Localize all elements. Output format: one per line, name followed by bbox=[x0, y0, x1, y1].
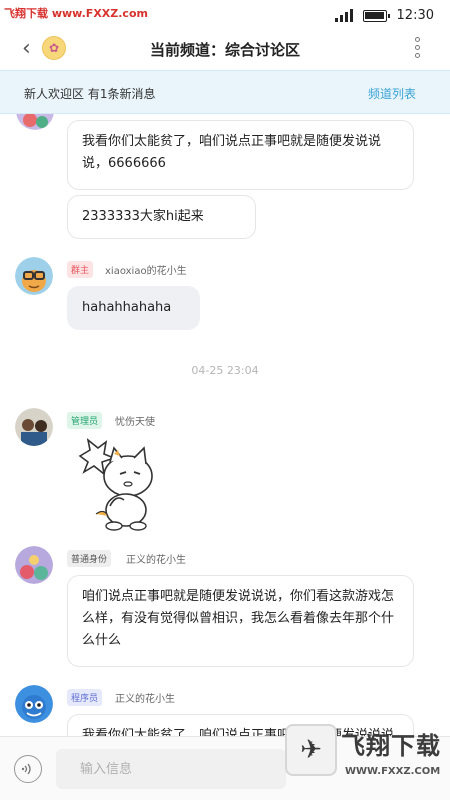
status-icons: 12:30 bbox=[334, 8, 434, 23]
avatar[interactable] bbox=[15, 408, 53, 446]
message-text: 2333333大家hi起来 bbox=[82, 209, 204, 224]
watermark-brand-text: 飞翔下载 bbox=[341, 732, 441, 760]
sender-name[interactable]: xiaoxiao的花小生 bbox=[105, 262, 187, 277]
watermark-url: www.FXXZ.com bbox=[51, 7, 148, 20]
watermark-top: 飞翔下载 www.FXXZ.com bbox=[4, 5, 148, 21]
new-message-banner[interactable]: 新人欢迎区 有1条新消息 频道列表 bbox=[0, 70, 450, 114]
sender-name[interactable]: 正义的花小生 bbox=[115, 690, 175, 705]
message-bubble[interactable]: 我看你们太能贫了，咱们说点正事吧就是随便发说说说，6666666 bbox=[67, 120, 414, 190]
vertical-dots-icon[interactable] bbox=[415, 37, 420, 58]
watermark-bottom: ✈ 飞翔下载 WWW.FXXZ.COM bbox=[285, 718, 445, 796]
banner-text: 新人欢迎区 有1条新消息 bbox=[24, 87, 156, 101]
sender-name[interactable]: 正义的花小生 bbox=[126, 551, 186, 566]
sticker-image[interactable] bbox=[76, 436, 156, 532]
role-badge-normal: 普通身份 bbox=[67, 550, 112, 567]
watermark-logo-icon: ✈ bbox=[285, 724, 337, 776]
voice-icon[interactable] bbox=[14, 755, 42, 783]
top-header: ‹ ✿ 当前频道：综合讨论区 bbox=[0, 30, 450, 70]
chat-area[interactable]: 我看你们太能贫了，咱们说点正事吧就是随便发说说说，6666666 2333333… bbox=[0, 114, 450, 736]
message-timestamp: 04-25 23:04 bbox=[191, 364, 259, 377]
message-bubble[interactable]: 2333333大家hi起来 bbox=[67, 195, 256, 239]
role-badge-owner: 群主 bbox=[67, 261, 94, 278]
status-bar: 飞翔下载 www.FXXZ.com 12:30 bbox=[0, 0, 450, 30]
status-time: 12:30 bbox=[396, 8, 434, 23]
battery-icon bbox=[362, 9, 390, 22]
message-bubble[interactable]: hahahhahaha bbox=[67, 286, 200, 330]
watermark-brand: 飞翔下载 bbox=[4, 7, 48, 20]
message-bubble[interactable]: 咱们说点正事吧就是随便发说说说，你们看这款游戏怎么样，有没有觉得似曾相识，我怎么… bbox=[67, 575, 414, 667]
avatar[interactable] bbox=[16, 114, 54, 130]
watermark-url-text: WWW.FXXZ.COM bbox=[345, 766, 441, 777]
message-text: hahahhahaha bbox=[82, 300, 172, 315]
sender-name[interactable]: 忧伤天使 bbox=[115, 413, 155, 428]
role-badge-admin: 管理员 bbox=[67, 412, 103, 429]
signal-bars-icon bbox=[334, 9, 353, 22]
message-input[interactable] bbox=[56, 749, 286, 789]
role-badge-programmer: 程序员 bbox=[67, 689, 103, 706]
page-title: 当前频道：综合讨论区 bbox=[149, 41, 300, 59]
avatar[interactable] bbox=[15, 546, 53, 584]
avatar[interactable] bbox=[15, 257, 53, 295]
channel-list-link[interactable]: 频道列表 bbox=[368, 85, 416, 102]
message-text: 咱们说点正事吧就是随便发说说说，你们看这款游戏怎么样，有没有觉得似曾相识，我怎么… bbox=[82, 589, 395, 648]
message-text: 我看你们太能贫了，咱们说点正事吧就是随便发说说说，6666666 bbox=[82, 134, 382, 171]
avatar[interactable] bbox=[15, 685, 53, 723]
